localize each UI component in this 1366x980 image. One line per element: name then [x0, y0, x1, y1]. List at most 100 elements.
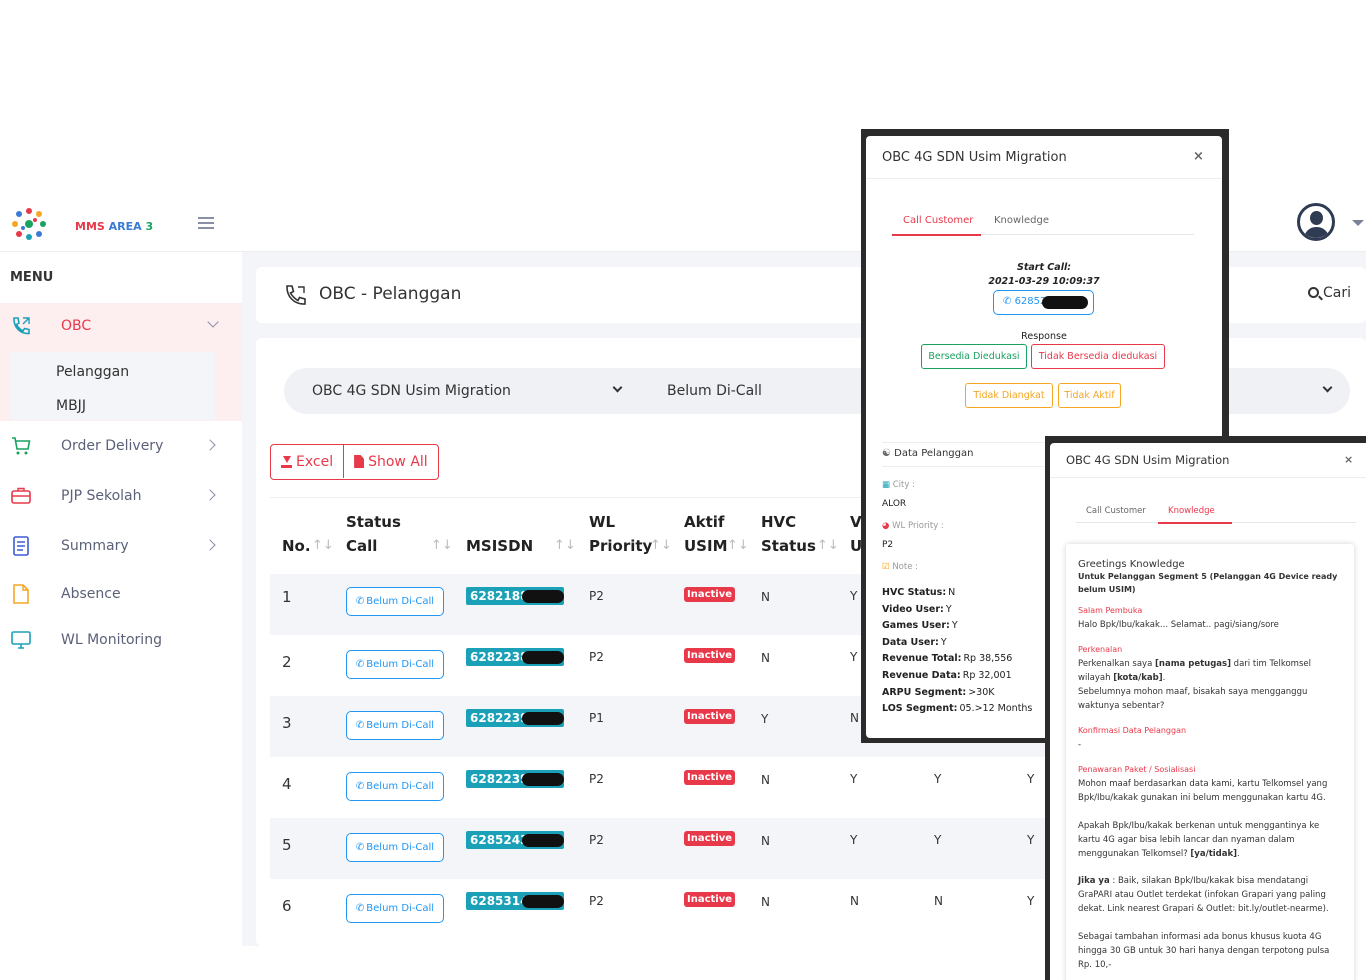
call-button[interactable]: ✆ Belum Di-Call	[346, 772, 444, 801]
hvc-status: N	[761, 773, 770, 787]
hvc-status: N	[761, 590, 770, 604]
response-bersedia-button[interactable]: Bersedia Diedukasi	[921, 344, 1027, 369]
column-7-value: N	[934, 894, 943, 908]
detail-value: Rp 32,001	[962, 670, 1012, 681]
wl-priority: P2	[589, 833, 604, 847]
chevron-down-icon[interactable]	[1352, 220, 1364, 226]
call-button-label: Belum Di-Call	[366, 781, 435, 792]
redaction	[522, 895, 564, 908]
status-select[interactable]: Belum Di-Call	[667, 383, 762, 399]
campaign-select[interactable]: OBC 4G SDN Usim Migration	[312, 383, 511, 399]
avatar[interactable]	[1297, 203, 1335, 241]
call-button[interactable]: ✆ Belum Di-Call	[346, 587, 444, 616]
export-buttons: Excel Show All	[270, 444, 439, 480]
detail-line: LOS Segment: 05.>12 Months	[882, 703, 1032, 714]
column-header-msisdn[interactable]: MSISDN	[466, 534, 533, 558]
call-button[interactable]: ✆ Belum Di-Call	[346, 894, 444, 923]
modal-tabs: Call Customer Knowledge	[892, 211, 1194, 236]
row-number: 6	[282, 897, 292, 915]
kb-section-header: Penawaran Paket / Sosialisasi	[1078, 765, 1196, 774]
sidebar-item-wl-monitoring[interactable]: WL Monitoring	[0, 623, 242, 659]
briefcase-icon	[11, 487, 31, 504]
search-button[interactable]: Cari	[1308, 285, 1351, 301]
phone-icon: ✆	[355, 659, 365, 670]
call-button[interactable]: ✆ Belum Di-Call	[346, 711, 444, 740]
response-tidak-aktif-button[interactable]: Tidak Aktif	[1058, 383, 1121, 408]
modal-title: OBC 4G SDN Usim Migration	[882, 150, 1067, 165]
sidebar-subitem-mbjj[interactable]: MBJJ	[56, 398, 86, 414]
call-button-label: Belum Di-Call	[366, 842, 435, 853]
chevron-down-icon[interactable]	[1322, 382, 1333, 393]
column-header-usim[interactable]: USIM	[684, 534, 728, 558]
sidebar-item-obc[interactable]: OBC	[0, 309, 242, 345]
data-pelanggan-header: ☯ Data Pelanggan	[882, 448, 973, 459]
detail-key: Revenue Total:	[882, 653, 962, 665]
phone-icon: ✆	[355, 720, 365, 731]
hvc-status: Y	[761, 712, 769, 726]
sort-icon[interactable]: ↑↓	[554, 538, 576, 553]
data-pelanggan-title: Data Pelanggan	[894, 448, 974, 459]
excel-button[interactable]: Excel	[271, 445, 343, 478]
modal-title: OBC 4G SDN Usim Migration	[1066, 453, 1230, 467]
column-header-wl[interactable]: Priority	[589, 534, 652, 558]
call-button[interactable]: ✆ Belum Di-Call	[346, 650, 444, 679]
kb-text-bold: Jika ya	[1078, 876, 1110, 886]
response-tidak-bersedia-button[interactable]: Tidak Bersedia diedukasi	[1031, 344, 1165, 369]
kb-text-part: Perkenalkan saya	[1078, 659, 1153, 669]
logo-icon	[12, 208, 46, 240]
sort-icon[interactable]: ↑↓	[650, 538, 672, 553]
tab-knowledge[interactable]: Knowledge	[1168, 506, 1215, 516]
sidebar-item-summary[interactable]: Summary	[0, 529, 242, 565]
hvc-status: N	[761, 651, 770, 665]
chevron-down-icon[interactable]	[612, 382, 623, 393]
response-tidak-diangkat-button[interactable]: Tidak Diangkat	[965, 383, 1053, 408]
column-6-value: Y	[850, 833, 858, 847]
detail-line: Revenue Total: Rp 38,556	[882, 653, 1012, 664]
sidebar-subitem-pelanggan[interactable]: Pelanggan	[56, 364, 129, 380]
call-phone-button[interactable]: ✆ 628523	[993, 290, 1094, 315]
sidebar-item-order-delivery[interactable]: Order Delivery	[0, 429, 242, 465]
sort-icon[interactable]: ↑↓	[727, 538, 749, 553]
note-label: ☑ Note :	[882, 562, 918, 572]
sidebar-item-pjp-sekolah[interactable]: PJP Sekolah	[0, 479, 242, 515]
column-header-v[interactable]: V	[850, 510, 862, 534]
column-header-status[interactable]: Status	[346, 510, 401, 534]
phone-icon: ✆	[355, 596, 365, 607]
sort-icon[interactable]: ↑↓	[431, 538, 453, 553]
column-header-usim[interactable]: Aktif	[684, 510, 724, 534]
tab-call-customer[interactable]: Call Customer	[903, 215, 973, 226]
column-header-no[interactable]: No.	[282, 534, 311, 558]
tab-knowledge[interactable]: Knowledge	[994, 215, 1049, 226]
call-button[interactable]: ✆ Belum Di-Call	[346, 833, 444, 862]
show-all-button[interactable]: Show All	[343, 445, 438, 478]
column-6-value: N	[850, 711, 859, 725]
sort-icon[interactable]: ↑↓	[817, 538, 839, 553]
kb-text: Jika ya : Baik, silakan Bpk/Ibu/kakak bi…	[1078, 874, 1340, 916]
column-header-hvc[interactable]: HVC	[761, 510, 796, 534]
column-header-status[interactable]: Call	[346, 534, 377, 558]
kb-text: -	[1078, 740, 1082, 750]
modal-tabs: Call Customer Knowledge	[1076, 503, 1356, 524]
sort-icon[interactable]: ↑↓	[312, 538, 334, 553]
kb-text: Perkenalkan saya [nama petugas] dari tim…	[1078, 659, 1311, 683]
divider	[866, 178, 1222, 179]
column-6-value: Y	[850, 650, 858, 664]
column-header-wl[interactable]: WL	[589, 510, 615, 534]
user-icon: ☯	[882, 448, 891, 459]
column-header-hvc[interactable]: Status	[761, 534, 816, 558]
close-icon[interactable]: ×	[1344, 453, 1353, 466]
row-number: 1	[282, 588, 292, 606]
tab-call-customer[interactable]: Call Customer	[1086, 506, 1146, 516]
status-badge: Inactive	[684, 770, 736, 785]
wl-priority: P1	[589, 711, 604, 725]
kb-text-bold: [ya/tidak]	[1190, 849, 1238, 859]
knowledge-card: Greetings Knowledge Untuk Pelanggan Segm…	[1066, 544, 1354, 980]
menu-toggle-icon[interactable]	[198, 217, 214, 231]
cart-icon	[12, 437, 31, 455]
sidebar-item-absence[interactable]: Absence	[0, 577, 242, 613]
chevron-right-icon	[204, 489, 216, 501]
close-icon[interactable]: ×	[1193, 149, 1204, 164]
wl-priority-label-text: WL Priority :	[892, 521, 944, 531]
detail-value: >30K	[968, 686, 995, 698]
redaction	[522, 590, 564, 603]
